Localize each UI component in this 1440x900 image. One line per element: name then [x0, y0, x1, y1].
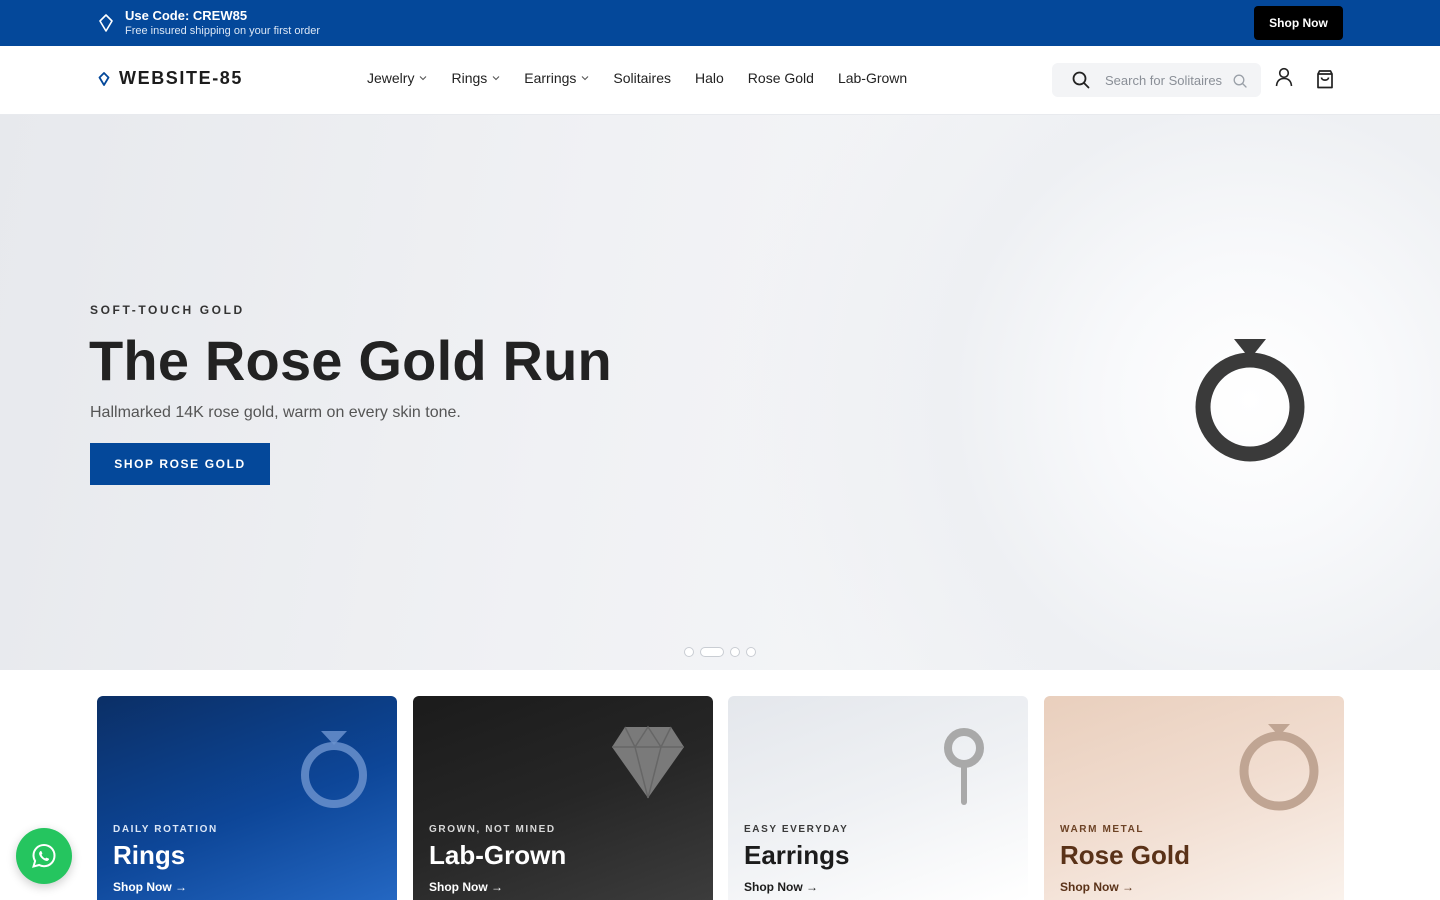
card-title: Rings: [113, 840, 186, 870]
ring-icon: [1195, 339, 1305, 462]
category-card-rings[interactable]: DAILY ROTATION Rings Shop Now →: [97, 696, 397, 900]
cart-icon[interactable]: [1315, 69, 1335, 90]
search-input[interactable]: [1105, 63, 1233, 97]
gem-icon: [612, 725, 684, 799]
nav-label: Solitaires: [613, 70, 671, 86]
main-nav: Jewelry Rings Earrings Solitaires Halo R…: [367, 70, 907, 86]
hero-title: The Rose Gold Run: [89, 329, 612, 392]
hero-description: Hallmarked 14K rose gold, warm on every …: [90, 404, 461, 421]
promo-shop-now-button[interactable]: Shop Now: [1254, 6, 1343, 40]
hero-banner: SOFT-TOUCH GOLD The Rose Gold Run Hallma…: [0, 115, 1440, 670]
nav-item-rings[interactable]: Rings: [451, 70, 500, 86]
card-kicker: DAILY ROTATION: [113, 824, 218, 835]
carousel-dot[interactable]: [730, 647, 740, 657]
card-title: Lab-Grown: [429, 840, 567, 870]
chevron-down-icon: [420, 76, 427, 81]
nav-label: Halo: [695, 70, 724, 86]
nav-item-earrings[interactable]: Earrings: [524, 70, 589, 86]
category-card-earrings[interactable]: EASY EVERYDAY Earrings Shop Now →: [728, 696, 1028, 900]
nav-item-halo[interactable]: Halo: [695, 70, 724, 86]
card-shop-now-link[interactable]: Shop Now →: [1060, 880, 1134, 894]
site-header: WEBSITE-85 Jewelry Rings Earrings Solita…: [0, 46, 1440, 115]
carousel-dot[interactable]: [684, 647, 694, 657]
nav-item-rose-gold[interactable]: Rose Gold: [748, 70, 814, 86]
nav-item-solitaires[interactable]: Solitaires: [613, 70, 671, 86]
ring-icon: [1239, 724, 1319, 811]
carousel-dot-active[interactable]: [700, 647, 724, 657]
card-kicker: WARM METAL: [1060, 824, 1145, 835]
account-icon[interactable]: [1275, 67, 1293, 87]
promo-subtitle: Free insured shipping on your first orde…: [125, 25, 321, 37]
hero-eyebrow: SOFT-TOUCH GOLD: [90, 303, 245, 317]
card-kicker: EASY EVERYDAY: [744, 824, 849, 835]
logo-text: WEBSITE-85: [119, 68, 244, 88]
nav-item-jewelry[interactable]: Jewelry: [367, 70, 427, 86]
diamond-icon: [98, 71, 110, 86]
nav-label: Rings: [451, 70, 488, 86]
earring-icon: [944, 728, 984, 805]
search-icon[interactable]: [1233, 74, 1247, 88]
nav-item-lab-grown[interactable]: Lab-Grown: [838, 70, 907, 86]
nav-label: Jewelry: [367, 70, 415, 86]
category-card-lab-grown[interactable]: GROWN, NOT MINED Lab-Grown Shop Now →: [413, 696, 713, 900]
search-box: [1052, 63, 1261, 97]
whatsapp-icon: [32, 843, 56, 868]
site-logo[interactable]: WEBSITE-85: [98, 68, 243, 89]
nav-label: Earrings: [524, 70, 577, 86]
diamond-icon: [99, 14, 113, 32]
chevron-down-icon: [582, 76, 589, 81]
nav-label: Rose Gold: [747, 70, 814, 86]
card-title: Rose Gold: [1060, 840, 1191, 870]
card-kicker: GROWN, NOT MINED: [429, 824, 556, 835]
card-shop-now-link[interactable]: Shop Now →: [113, 880, 187, 894]
card-shop-now-link[interactable]: Shop Now →: [429, 880, 503, 894]
card-shop-now-link[interactable]: Shop Now →: [744, 880, 818, 894]
ring-icon: [301, 731, 367, 808]
category-card-rose-gold[interactable]: WARM METAL Rose Gold Shop Now →: [1044, 696, 1344, 900]
shop-rose-gold-button[interactable]: SHOP ROSE GOLD: [90, 443, 270, 485]
promo-bar: Use Code: CREW85 Free insured shipping o…: [0, 0, 1440, 46]
whatsapp-chat-button[interactable]: [16, 828, 72, 884]
search-icon[interactable]: [1072, 71, 1090, 89]
carousel-dots: [684, 647, 756, 657]
carousel-dot[interactable]: [746, 647, 756, 657]
promo-code: Use Code: CREW85: [125, 8, 248, 23]
nav-label: Lab-Grown: [837, 70, 908, 86]
card-title: Earrings: [744, 840, 850, 870]
chevron-down-icon: [492, 76, 500, 81]
